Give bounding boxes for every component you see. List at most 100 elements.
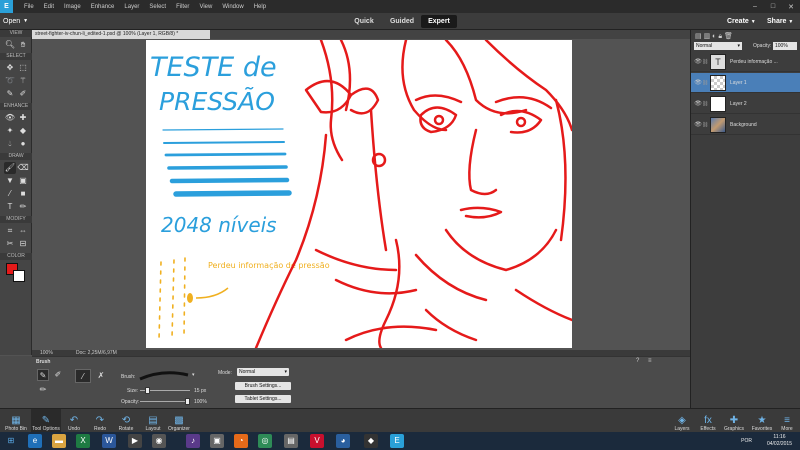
- brush-variant-icon[interactable]: ✎: [37, 369, 49, 381]
- recompose-icon[interactable]: ⇔: [17, 225, 29, 237]
- link-icon[interactable]: ⛓︎: [702, 59, 708, 65]
- magic-wand-icon[interactable]: ⚚: [17, 75, 29, 87]
- blend-mode-select[interactable]: Normal ▾: [694, 42, 742, 50]
- rotate-button[interactable]: ⟲ Rotate: [115, 409, 137, 433]
- redo-button[interactable]: ↷ Redo: [90, 409, 110, 433]
- opacity-field[interactable]: 100%: [773, 42, 797, 50]
- mode-select[interactable]: Normal ▾: [237, 368, 289, 376]
- brush-settings-button[interactable]: Brush Settings...: [235, 382, 291, 390]
- menu-icon[interactable]: ≡: [648, 358, 652, 364]
- layout-button[interactable]: ▤ Layout: [142, 409, 164, 433]
- airbrush-icon[interactable]: ⁄: [75, 369, 91, 383]
- background-color-swatch[interactable]: [13, 270, 25, 282]
- document-tab[interactable]: street-fighter-iv-chun-li_edited-1.psd @…: [32, 30, 210, 39]
- smart-brush-icon[interactable]: ✦: [4, 125, 16, 137]
- menu-edit[interactable]: Edit: [39, 4, 59, 10]
- type-tool-icon[interactable]: T: [4, 201, 16, 213]
- excel-icon[interactable]: X: [76, 434, 90, 448]
- more-button[interactable]: ≡ More: [777, 409, 797, 433]
- app-icon[interactable]: ◕: [336, 434, 350, 448]
- tab-guided[interactable]: Guided: [384, 15, 420, 28]
- menu-filter[interactable]: Filter: [171, 4, 194, 10]
- tab-expert[interactable]: Expert: [421, 15, 457, 28]
- brush-tool-icon[interactable]: 🖌︎: [4, 162, 16, 174]
- canvas[interactable]: TESTE de PRESSÃO 2048 níveis Perdeu info…: [146, 40, 572, 348]
- app-icon[interactable]: ▤: [284, 434, 298, 448]
- language-indicator[interactable]: POR: [741, 438, 752, 445]
- spot-healing-icon[interactable]: ✚: [17, 112, 29, 124]
- brush-preset-picker[interactable]: [138, 369, 193, 383]
- selection-brush-icon[interactable]: ✐: [17, 88, 29, 100]
- layer-row[interactable]: 👁︎ ⛓︎ T Perdeu informação ...: [691, 52, 800, 72]
- eraser-tool-icon[interactable]: ⌫: [17, 162, 29, 174]
- firefox-icon[interactable]: ◔: [234, 434, 248, 448]
- organizer-button[interactable]: ▩ Organizer: [166, 409, 192, 433]
- menu-enhance[interactable]: Enhance: [86, 4, 120, 10]
- menu-help[interactable]: Help: [249, 4, 271, 10]
- menu-select[interactable]: Select: [144, 4, 171, 10]
- opacity-slider[interactable]: [140, 398, 190, 405]
- tab-quick[interactable]: Quick: [346, 15, 382, 28]
- size-slider-knob[interactable]: [144, 387, 150, 394]
- pen-pressure-icon[interactable]: ✗: [93, 369, 109, 383]
- gradient-tool-icon[interactable]: ▣: [17, 175, 29, 187]
- menu-window[interactable]: Window: [217, 4, 248, 10]
- link-icon[interactable]: ⛓︎: [702, 101, 708, 107]
- trash-icon[interactable]: 🗑︎: [724, 33, 733, 40]
- lasso-tool-icon[interactable]: ➰: [4, 75, 16, 87]
- clone-stamp-icon[interactable]: ◆: [17, 125, 29, 137]
- straighten-icon[interactable]: ⊟: [17, 238, 29, 250]
- content-move-icon[interactable]: ✂︎: [4, 238, 16, 250]
- blur-tool-icon[interactable]: 💧︎: [4, 138, 16, 150]
- hand-tool-icon[interactable]: ✋︎: [17, 39, 29, 51]
- eye-icon[interactable]: 👁︎: [694, 79, 702, 86]
- custom-shape-icon[interactable]: ■: [17, 188, 29, 200]
- lock-icon[interactable]: 🔒︎: [718, 33, 722, 40]
- favorites-button[interactable]: ★ Favorites: [749, 409, 775, 433]
- move-tool-icon[interactable]: ✥: [4, 62, 16, 74]
- crop-tool-icon[interactable]: ⌗: [4, 225, 16, 237]
- maximize-icon[interactable]: □: [764, 3, 782, 11]
- eye-icon[interactable]: 👁︎: [694, 100, 702, 107]
- sponge-tool-icon[interactable]: ●: [17, 138, 29, 150]
- impressionist-brush-icon[interactable]: ✐: [52, 369, 64, 381]
- menu-view[interactable]: View: [194, 4, 217, 10]
- eye-icon[interactable]: 👁︎: [694, 121, 702, 128]
- opacity-value[interactable]: 100%: [194, 399, 207, 405]
- menu-layer[interactable]: Layer: [119, 4, 144, 10]
- vivaldi-icon[interactable]: V: [310, 434, 324, 448]
- minimize-icon[interactable]: –: [746, 3, 764, 11]
- chevron-down-icon[interactable]: ▾: [192, 372, 195, 378]
- help-icon[interactable]: ?: [636, 358, 639, 364]
- eyedropper-icon[interactable]: ⁄: [4, 188, 16, 200]
- app-icon[interactable]: ▣: [210, 434, 224, 448]
- marquee-tool-icon[interactable]: ⬚: [17, 62, 29, 74]
- color-replacement-icon[interactable]: ✏︎: [37, 384, 49, 396]
- share-button[interactable]: Share ▼: [767, 15, 793, 28]
- word-icon[interactable]: W: [102, 434, 116, 448]
- link-icon[interactable]: ⛓︎: [702, 80, 708, 86]
- size-value[interactable]: 15 px: [194, 388, 206, 394]
- undo-button[interactable]: ↶ Undo: [64, 409, 84, 433]
- layer-row[interactable]: 👁︎ ⛓︎ Layer 1: [691, 73, 800, 93]
- photoshop-elements-icon[interactable]: E: [390, 434, 404, 448]
- eye-icon[interactable]: 👁︎: [694, 58, 702, 65]
- explorer-icon[interactable]: ▬: [52, 434, 66, 448]
- media-player-icon[interactable]: ▶: [128, 434, 142, 448]
- group-icon[interactable]: ▥: [704, 33, 711, 40]
- photo-bin-button[interactable]: ▦ Photo Bin: [2, 409, 30, 433]
- red-eye-icon[interactable]: 👁︎: [4, 112, 16, 124]
- new-layer-icon[interactable]: ▤: [695, 33, 702, 40]
- quick-selection-icon[interactable]: ✎: [4, 88, 16, 100]
- app-icon[interactable]: ◉: [152, 434, 166, 448]
- link-icon[interactable]: ⛓︎: [702, 122, 708, 128]
- paint-bucket-icon[interactable]: ▼: [4, 175, 16, 187]
- layer-row[interactable]: 👁︎ ⛓︎ Background: [691, 115, 800, 135]
- layer-row[interactable]: 👁︎ ⛓︎ Layer 2: [691, 94, 800, 114]
- mask-icon[interactable]: ◐: [712, 33, 716, 40]
- opacity-slider-knob[interactable]: [185, 398, 190, 405]
- graphics-button[interactable]: ✚ Graphics: [721, 409, 747, 433]
- tablet-settings-button[interactable]: Tablet Settings...: [235, 395, 291, 403]
- effects-button[interactable]: fx Effects: [697, 409, 719, 433]
- zoom-tool-icon[interactable]: 🔍︎: [4, 39, 16, 51]
